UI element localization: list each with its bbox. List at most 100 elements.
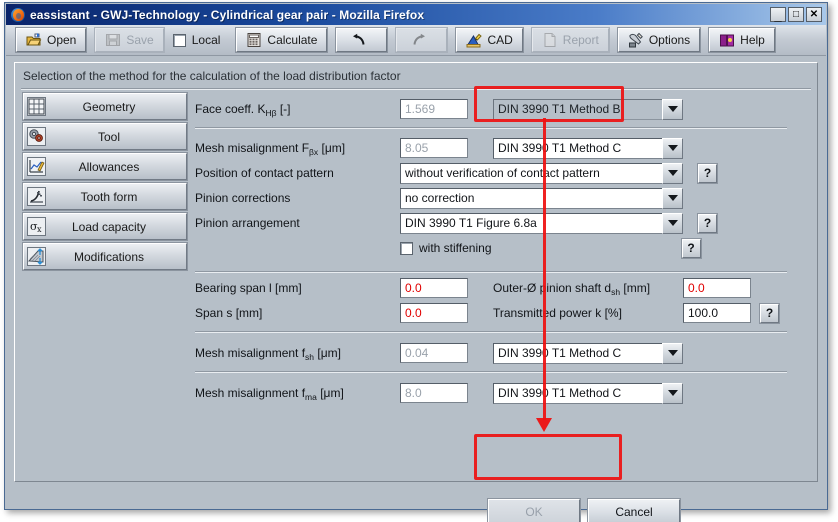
calculate-button-label: Calculate [267,33,318,47]
sidebar-label-allowances: Allowances [78,159,140,174]
fsh-label-sub: sh [305,352,315,362]
contact-pattern-value: without verification of contact pattern [400,162,662,184]
fbx-method-value: DIN 3990 T1 Method C [493,137,662,159]
face-coeff-row: Face coeff. KHβ [-] 1.569 DIN 3990 T1 Me… [195,98,683,120]
contact-pattern-combo[interactable]: without verification of contact pattern [400,162,683,184]
pinion-arrangement-value: DIN 3990 T1 Figure 6.8a [400,212,662,234]
navigation-sidebar: Geometry Tool Allowances Tooth form σ x … [22,92,188,273]
cancel-button[interactable]: Cancel [587,498,681,522]
transmitted-power-input[interactable]: 100.0 [683,303,751,323]
window-title: eassistant - GWJ-Technology - Cylindrica… [30,7,425,22]
chevron-down-icon [662,162,683,184]
calculate-button[interactable]: Calculate [235,27,329,53]
cad-button-label: CAD [487,33,513,47]
face-coeff-value-field: 1.569 [400,99,468,119]
redo-button[interactable] [395,27,449,53]
mesh-misalignment-fma-value-field: 8.0 [400,383,468,403]
bearing-span-input[interactable]: 0.0 [400,278,468,298]
screenshot-root: eassistant - GWJ-Technology - Cylindrica… [0,0,838,522]
sidebar-item-tooth-form[interactable]: Tooth form [22,182,188,211]
sidebar-label-tooth-form: Tooth form [80,189,138,204]
fma-label-unit: [μm] [316,386,344,400]
fbx-label-sub: βx [309,147,319,157]
save-button[interactable]: Save [94,27,165,53]
face-coeff-method-combo[interactable]: DIN 3990 T1 Method B [493,98,683,120]
local-checkbox-label: Local [191,33,221,47]
with-stiffening-checkbox-box [400,241,413,255]
span-s-label: Span s [mm] [195,306,263,320]
close-button[interactable]: ✕ [806,7,822,22]
mesh-misalignment-fsh-method-combo[interactable]: DIN 3990 T1 Method C [493,342,683,364]
form-divider-3 [195,331,787,333]
sidebar-item-allowances[interactable]: Allowances [22,152,188,181]
panel-top-divider [21,88,811,90]
pinion-arrangement-help-button[interactable]: ? [697,212,718,234]
dialog-button-bar: OK Cancel [487,498,681,522]
folder-open-icon [26,32,42,48]
outer-diameter-label-main: Outer-Ø pinion shaft d [493,281,612,295]
undo-button[interactable] [335,27,389,53]
contact-pattern-help-button[interactable]: ? [697,162,718,184]
with-stiffening-help-button[interactable]: ? [680,237,702,259]
help-button[interactable]: Help [708,27,776,53]
settings-panel: Selection of the method for the calculat… [14,62,818,482]
tooth-profile-icon [27,187,46,206]
cad-button[interactable]: CAD [455,27,524,53]
pinion-arrangement-combo[interactable]: DIN 3990 T1 Figure 6.8a [400,212,683,234]
options-button[interactable]: Options [616,27,702,53]
redo-arrow-icon [411,32,427,48]
span-s-input[interactable]: 0.0 [400,303,468,323]
outer-diameter-label-sub: sh [611,287,621,297]
face-coeff-label: Face coeff. KHβ [-] [195,102,395,118]
contact-pattern-row: Position of contact pattern without veri… [195,162,718,184]
floppy-disk-icon [105,32,121,48]
sidebar-item-load-capacity[interactable]: σ x Load capacity [22,212,188,241]
fbx-label-unit: [μm] [318,141,346,155]
tools-icon [628,32,644,48]
fsh-label-unit: [μm] [314,346,341,360]
sidebar-label-geometry: Geometry [82,99,136,114]
help-book-icon [719,32,735,48]
sidebar-label-load-capacity: Load capacity [71,219,147,234]
local-checkbox[interactable]: Local [172,33,221,47]
pinion-corrections-value: no correction [400,187,662,209]
title-bar: eassistant - GWJ-Technology - Cylindrica… [6,4,826,25]
face-coeff-label-main: Face coeff. K [195,102,266,116]
sidebar-item-modifications[interactable]: Modifications [22,242,188,271]
pinion-corrections-row: Pinion corrections no correction [195,187,683,209]
chevron-down-icon [662,382,683,404]
mesh-misalignment-fma-method-combo[interactable]: DIN 3990 T1 Method C [493,382,683,404]
form-divider-2 [195,271,787,273]
with-stiffening-checkbox[interactable]: with stiffening [400,241,492,255]
outer-diameter-input[interactable]: 0.0 [683,278,751,298]
window-controls: _ □ ✕ [770,7,822,22]
maximize-button[interactable]: □ [788,7,804,22]
undo-arrow-icon [351,32,367,48]
report-button[interactable]: Report [530,27,610,53]
help-button-label: Help [740,33,765,47]
chevron-down-icon [662,98,683,120]
minimize-button[interactable]: _ [770,7,786,22]
mesh-misalignment-fbx-label: Mesh misalignment Fβx [μm] [195,141,395,157]
with-stiffening-row: with stiffening ? [400,237,790,259]
pinion-corrections-combo[interactable]: no correction [400,187,683,209]
chevron-down-icon [662,187,683,209]
chart-pencil-icon [27,157,46,176]
gears-icon [27,127,46,146]
sidebar-item-tool[interactable]: Tool [22,122,188,151]
sidebar-item-geometry[interactable]: Geometry [22,92,188,121]
mesh-misalignment-fbx-method-combo[interactable]: DIN 3990 T1 Method C [493,137,683,159]
ok-button[interactable]: OK [487,498,581,522]
sigma-x-icon: σ x [27,217,46,236]
pinion-arrangement-row: Pinion arrangement DIN 3990 T1 Figure 6.… [195,212,718,234]
mesh-misalignment-fsh-label: Mesh misalignment fsh [μm] [195,346,395,362]
face-coeff-method-value: DIN 3990 T1 Method B [493,98,662,120]
firefox-icon [10,7,26,23]
transmitted-power-help-button[interactable]: ? [759,302,780,324]
mesh-misalignment-fsh-row: Mesh misalignment fsh [μm] 0.04 DIN 3990… [195,342,683,364]
chevron-down-icon [662,212,683,234]
grid-icon [27,97,46,116]
chevron-down-icon [662,342,683,364]
open-button[interactable]: Open [14,27,88,53]
report-button-label: Report [562,33,599,47]
